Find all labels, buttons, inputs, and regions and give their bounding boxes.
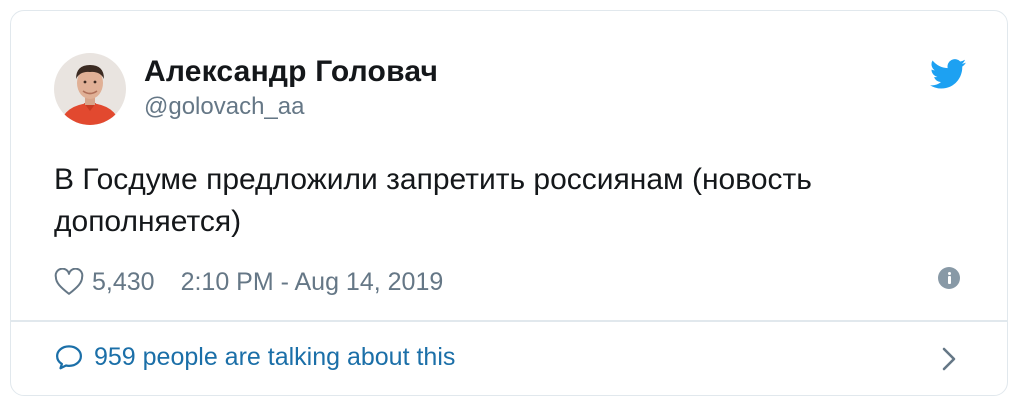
tweet-card[interactable]: Александр Головач @golovach_aa В Госдуме… bbox=[10, 10, 1008, 396]
tweet-text: В Госдуме предложили запретить россиянам… bbox=[54, 163, 812, 238]
conversation-link[interactable]: 959 people are talking about this bbox=[54, 342, 455, 372]
like-count[interactable]: 5,430 bbox=[92, 268, 155, 297]
speech-bubble-icon bbox=[56, 345, 82, 370]
avatar[interactable] bbox=[54, 53, 126, 125]
author-handle[interactable]: @golovach_aa bbox=[144, 93, 304, 121]
avatar-image bbox=[54, 53, 126, 125]
twitter-bird-icon[interactable] bbox=[930, 59, 966, 89]
heart-icon[interactable] bbox=[54, 268, 84, 296]
info-icon[interactable] bbox=[938, 267, 960, 289]
tweet-meta: 5,430 2:10 PM - Aug 14, 2019 bbox=[54, 265, 443, 299]
conversation-count[interactable]: 959 people are talking about this bbox=[94, 343, 455, 372]
author-name[interactable]: Александр Головач bbox=[144, 55, 438, 89]
chevron-right-icon[interactable] bbox=[941, 345, 957, 373]
divider bbox=[11, 320, 1007, 322]
tweet-timestamp[interactable]: 2:10 PM - Aug 14, 2019 bbox=[181, 268, 444, 297]
